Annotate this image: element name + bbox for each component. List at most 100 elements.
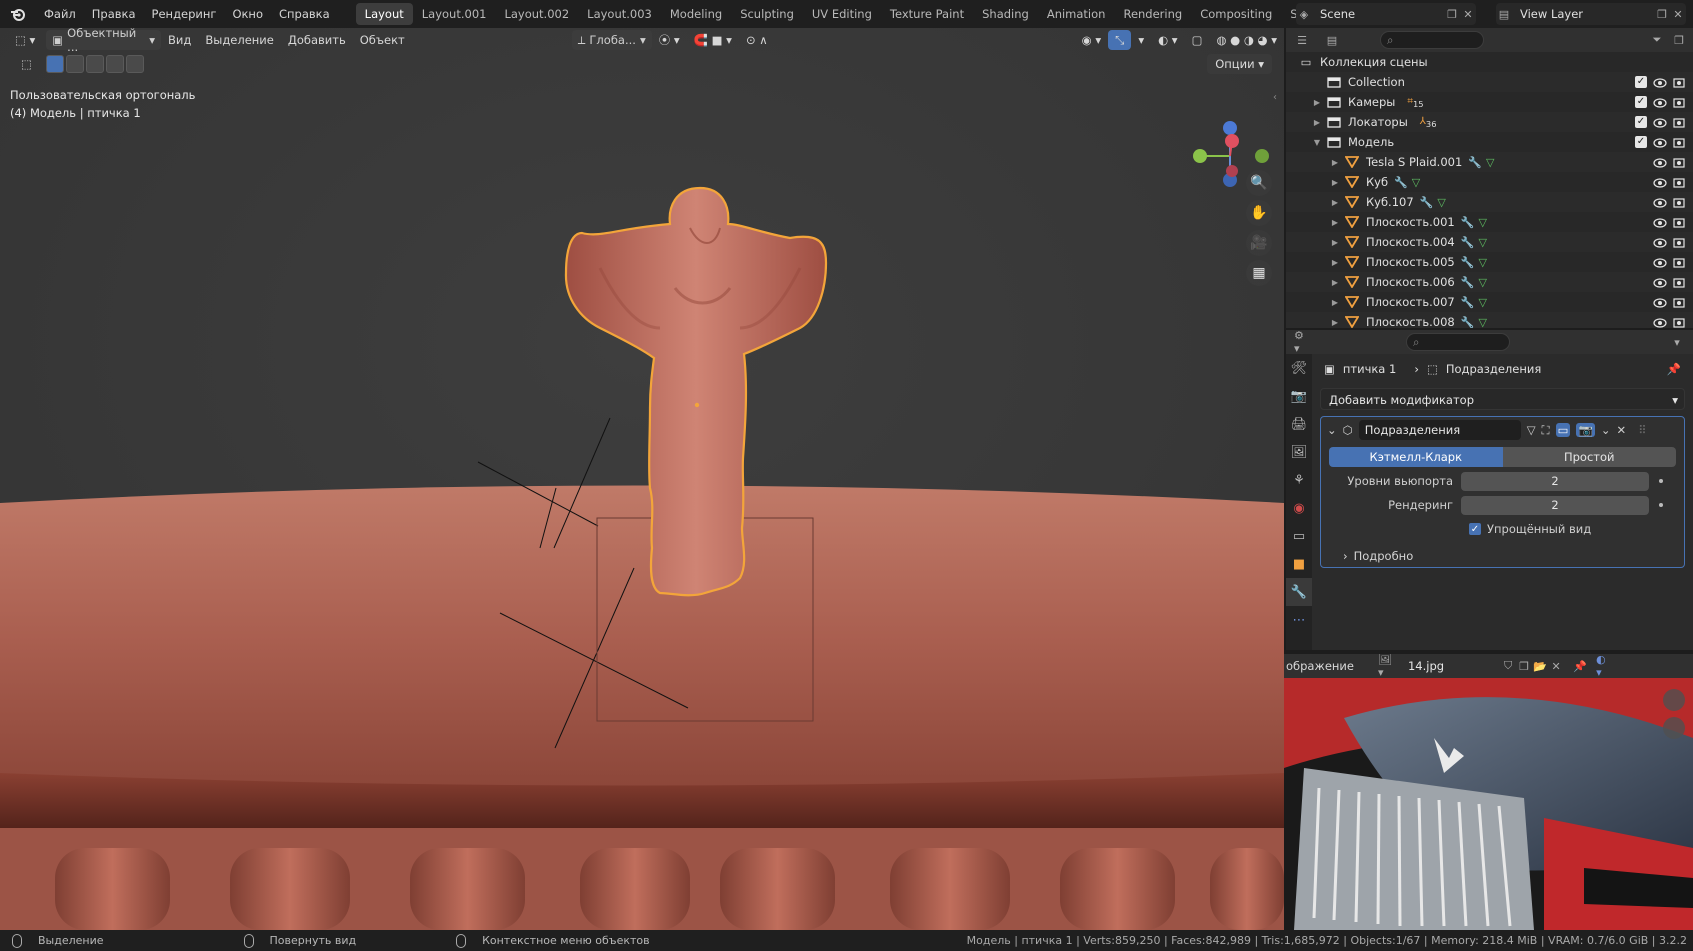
- image-browse-icon[interactable]: 🖼 ▾: [1378, 654, 1394, 679]
- select-new-icon[interactable]: [46, 55, 64, 73]
- select-intersect-icon[interactable]: [126, 55, 144, 73]
- pivot-point-button[interactable]: ⦿ ▾: [652, 30, 687, 50]
- drag-handle-icon[interactable]: ⠿: [1638, 423, 1646, 437]
- outliner-row[interactable]: ▶ Плоскость.005 🔧 ▽: [1286, 252, 1693, 272]
- workspace-tab[interactable]: Layout.002: [495, 3, 578, 25]
- optimal-display-checkbox[interactable]: ✓: [1469, 523, 1481, 535]
- advanced-subpanel[interactable]: › Подробно: [1321, 545, 1684, 567]
- particles-tab-icon[interactable]: ⋯: [1286, 606, 1312, 634]
- outliner-row[interactable]: ▶ Камеры ⌗15 ✓: [1286, 92, 1693, 112]
- keyframe-dot-icon[interactable]: [1659, 503, 1663, 507]
- wrench-modifier-icon[interactable]: 🔧: [1461, 216, 1475, 229]
- eye-visibility-icon[interactable]: [1653, 277, 1667, 288]
- eye-visibility-icon[interactable]: [1653, 297, 1667, 308]
- outliner-row[interactable]: ▶ Куб.107 🔧 ▽: [1286, 192, 1693, 212]
- camera-render-icon[interactable]: [1673, 256, 1685, 268]
- overlay-toggle-icon[interactable]: ◐ ▾: [1596, 654, 1612, 679]
- viewport-levels-field[interactable]: 2: [1461, 471, 1649, 491]
- eye-visibility-icon[interactable]: [1653, 137, 1667, 148]
- mesh-data-icon[interactable]: ▽: [1478, 236, 1486, 249]
- expand-arrow-icon[interactable]: ▶: [1330, 298, 1340, 307]
- eye-visibility-icon[interactable]: [1653, 117, 1667, 128]
- viewport-menu-item[interactable]: Объект: [353, 30, 412, 50]
- exclude-checkbox[interactable]: ✓: [1635, 96, 1647, 108]
- outliner-row[interactable]: ▶ Куб 🔧 ▽: [1286, 172, 1693, 192]
- outliner-row[interactable]: ▶ Плоскость.007 🔧 ▽: [1286, 292, 1693, 312]
- catmull-clark-button[interactable]: Кэтмелл-Кларк: [1329, 447, 1503, 467]
- wrench-modifier-icon[interactable]: 🔧: [1461, 256, 1475, 269]
- render-toggle-icon[interactable]: 📷: [1576, 423, 1595, 437]
- camera-render-icon[interactable]: [1673, 176, 1685, 188]
- menu-item[interactable]: Правка: [84, 0, 144, 28]
- mesh-data-icon[interactable]: ▽: [1478, 276, 1486, 289]
- outliner-row[interactable]: Collection ✓: [1286, 72, 1693, 92]
- workspace-tab[interactable]: Layout: [355, 3, 413, 25]
- transform-orientation-dropdown[interactable]: ⟂ Глоба... ▾: [571, 30, 652, 50]
- close-scene-icon[interactable]: ✕: [1460, 6, 1476, 22]
- camera-render-icon[interactable]: [1673, 196, 1685, 208]
- gizmo-toggle-button[interactable]: ⤡: [1108, 30, 1132, 50]
- zoom-icon[interactable]: 🔍: [1246, 170, 1272, 196]
- image-menu-label[interactable]: ображение: [1286, 659, 1354, 673]
- render-tab-icon[interactable]: 📷: [1286, 382, 1312, 410]
- display-mode-icon[interactable]: ▤: [1324, 32, 1340, 48]
- eye-visibility-icon[interactable]: [1653, 317, 1667, 328]
- close-icon[interactable]: ✕: [1548, 658, 1564, 674]
- edit-mode-toggle-icon[interactable]: ▽: [1527, 423, 1536, 437]
- mesh-data-icon[interactable]: ▽: [1478, 216, 1486, 229]
- select-tool-icon[interactable]: ⬚: [14, 54, 39, 74]
- outliner-row[interactable]: ▼ Модель ✓: [1286, 132, 1693, 152]
- selection-mode-buttons[interactable]: [46, 55, 144, 73]
- outliner-root-row[interactable]: ▭ Коллекция сцены: [1286, 52, 1693, 72]
- expand-arrow-icon[interactable]: ▶: [1330, 318, 1340, 327]
- workspace-tab[interactable]: Texture Paint: [881, 3, 973, 25]
- shading-mode-buttons[interactable]: ◍ ● ◑ ◕ ▾: [1209, 30, 1284, 50]
- pan-hand-icon[interactable]: ✋: [1246, 200, 1272, 226]
- eye-visibility-icon[interactable]: [1653, 237, 1667, 248]
- eye-visibility-icon[interactable]: [1653, 157, 1667, 168]
- mesh-data-icon[interactable]: ▽: [1486, 156, 1494, 169]
- simple-button[interactable]: Простой: [1502, 447, 1676, 467]
- exclude-checkbox[interactable]: ✓: [1635, 76, 1647, 88]
- snap-button[interactable]: 🧲 ■ ▾: [687, 30, 739, 50]
- mesh-data-icon[interactable]: ▽: [1437, 196, 1445, 209]
- outliner-row[interactable]: ▶ Tesla S Plaid.001 🔧 ▽: [1286, 152, 1693, 172]
- expand-arrow-icon[interactable]: ▶: [1330, 218, 1340, 227]
- menu-item[interactable]: Рендеринг: [144, 0, 225, 28]
- expand-arrow-icon[interactable]: ▶: [1312, 118, 1322, 127]
- viewport-menu-item[interactable]: Выделение: [198, 30, 281, 50]
- editor-type-button[interactable]: ⬚ ▾: [8, 30, 42, 50]
- proportional-edit-button[interactable]: ⊙ ∧: [739, 30, 775, 50]
- viewport-menu-item[interactable]: Добавить: [281, 30, 353, 50]
- mode-dropdown[interactable]: ▣ Объектный ... ▾: [46, 28, 162, 54]
- workspace-tab[interactable]: Modeling: [661, 3, 731, 25]
- fake-user-icon[interactable]: ⛉: [1500, 658, 1516, 674]
- camera-render-icon[interactable]: [1673, 96, 1685, 108]
- wrench-modifier-icon[interactable]: 🔧: [1461, 296, 1475, 309]
- camera-render-icon[interactable]: [1673, 296, 1685, 308]
- view-layer-tab-icon[interactable]: 🖼: [1286, 438, 1312, 466]
- modifier-name-field[interactable]: Подразделения: [1358, 420, 1521, 440]
- world-tab-icon[interactable]: ◉: [1286, 494, 1312, 522]
- modifier-tab-icon[interactable]: 🔧: [1286, 578, 1312, 606]
- expand-arrow-icon[interactable]: ▶: [1330, 198, 1340, 207]
- eye-visibility-icon[interactable]: [1653, 197, 1667, 208]
- keyframe-dot-icon[interactable]: [1659, 479, 1663, 483]
- expand-arrow-icon[interactable]: ▼: [1312, 138, 1322, 147]
- workspace-tab[interactable]: Animation: [1038, 3, 1115, 25]
- menu-item[interactable]: Окно: [224, 0, 271, 28]
- camera-render-icon[interactable]: [1673, 136, 1685, 148]
- mesh-data-icon[interactable]: ▽: [1478, 256, 1486, 269]
- image-name-field[interactable]: 14.jpg: [1408, 659, 1444, 673]
- wrench-modifier-icon[interactable]: 🔧: [1394, 176, 1408, 189]
- wrench-modifier-icon[interactable]: 🔧: [1461, 316, 1475, 329]
- 3d-viewport[interactable]: ⬚ ▾ ▣ Объектный ... ▾ Вид Выделение Добави…: [0, 28, 1284, 930]
- object-tab-icon[interactable]: ■: [1286, 550, 1312, 578]
- exclude-checkbox[interactable]: ✓: [1635, 116, 1647, 128]
- menu-item[interactable]: Файл: [36, 0, 84, 28]
- expand-arrow-icon[interactable]: ▶: [1330, 278, 1340, 287]
- eye-visibility-icon[interactable]: [1653, 217, 1667, 228]
- tool-tab-icon[interactable]: 🛠: [1286, 354, 1312, 382]
- camera-render-icon[interactable]: [1673, 76, 1685, 88]
- scene-selector[interactable]: ◈ Scene ❐ ✕: [1296, 3, 1476, 25]
